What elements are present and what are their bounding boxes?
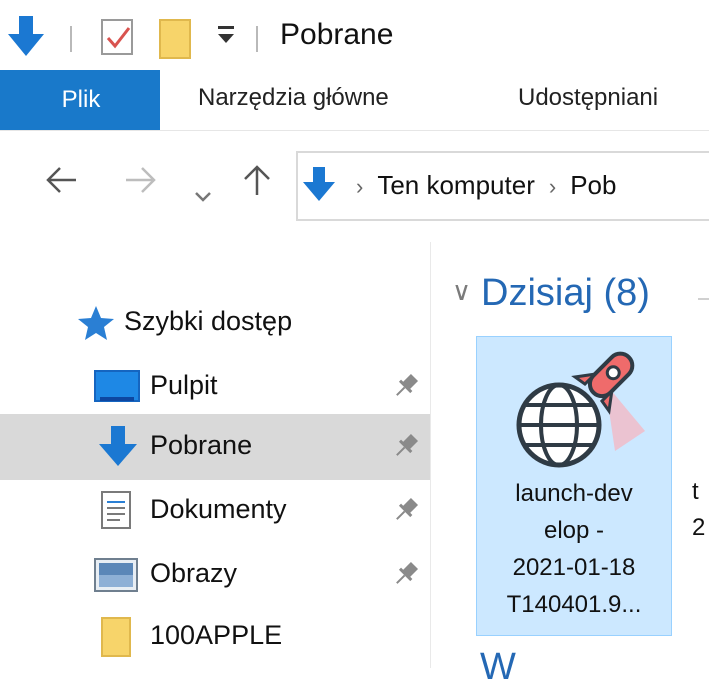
address-bar[interactable]: › Ten komputer › Pob — [296, 151, 709, 221]
breadcrumb-chevron-icon[interactable]: › — [549, 174, 556, 199]
sidebar-item-label: Pulpit — [150, 370, 218, 400]
tab-home[interactable]: Narzędzia główne — [198, 84, 389, 112]
breadcrumb: › Ten komputer › Pob — [356, 170, 616, 201]
file-name-line: T140401.9... — [506, 591, 642, 618]
group-header[interactable]: ∨ Dzisiaj (8) — [452, 272, 650, 315]
window-title: Pobrane — [280, 18, 394, 51]
breadcrumb-item-downloads[interactable]: Pob — [570, 170, 616, 200]
download-arrow-icon[interactable] — [6, 14, 46, 63]
recent-locations-chevron-icon[interactable] — [194, 175, 212, 212]
file-name-line: t — [692, 478, 699, 505]
breadcrumb-chevron-icon[interactable]: › — [356, 174, 363, 199]
sidebar-item-pictures[interactable]: Obrazy — [0, 542, 430, 608]
navigation-bar: › Ten komputer › Pob — [0, 131, 709, 241]
navigation-pane: Szybki dostęp Pulpit Pobrane Dokumenty O… — [0, 242, 430, 668]
pin-icon[interactable] — [392, 560, 420, 593]
document-icon — [100, 490, 132, 535]
pin-icon[interactable] — [392, 432, 420, 465]
sidebar-item-label: Dokumenty — [150, 494, 287, 524]
toolbar-separator — [256, 26, 258, 52]
breadcrumb-item-this-pc[interactable]: Ten komputer — [377, 170, 535, 200]
new-folder-icon[interactable] — [158, 18, 192, 65]
sidebar-item-100apple[interactable]: 100APPLE — [0, 604, 430, 670]
tab-file[interactable]: Plik — [0, 70, 160, 130]
folder-icon — [100, 616, 132, 663]
sidebar-item-downloads[interactable]: Pobrane — [0, 414, 430, 480]
sidebar-item-documents[interactable]: Dokumenty — [0, 478, 430, 544]
sidebar-item-label: Szybki dostęp — [124, 306, 293, 336]
file-tile[interactable]: t 2 — [692, 474, 705, 546]
pin-icon[interactable] — [392, 372, 420, 405]
toolbar-separator — [70, 26, 72, 52]
pin-icon[interactable] — [392, 496, 420, 529]
sidebar-item-label: 100APPLE — [150, 620, 283, 650]
pictures-icon — [94, 558, 138, 597]
sidebar-item-label: Obrazy — [150, 558, 238, 588]
star-icon — [76, 304, 116, 347]
file-name: launch-dev elop - 2021-01-18 T140401.9..… — [477, 475, 671, 623]
desktop-icon — [94, 370, 140, 409]
back-button[interactable] — [44, 165, 78, 203]
sidebar-item-label: Pobrane — [150, 430, 253, 460]
file-name-line: elop - — [543, 517, 605, 544]
ribbon-tabs: Plik Narzędzia główne Udostępniani — [0, 70, 709, 131]
group-divider — [698, 298, 709, 300]
sidebar-item-desktop[interactable]: Pulpit — [0, 354, 430, 420]
customize-dropdown-icon[interactable] — [216, 24, 236, 52]
sidebar-item-quick-access[interactable]: Szybki dostęp — [0, 290, 430, 356]
up-button[interactable] — [242, 163, 272, 205]
group-header-label: Dzisiaj (8) — [481, 272, 650, 314]
file-name-line: 2 — [692, 514, 706, 541]
properties-icon[interactable] — [100, 18, 136, 63]
pane-divider[interactable] — [430, 242, 431, 668]
chevron-down-icon[interactable]: ∨ — [452, 276, 471, 306]
globe-rocket-icon — [505, 343, 645, 478]
tab-share[interactable]: Udostępniani — [518, 84, 658, 112]
download-arrow-icon — [96, 424, 140, 473]
file-name-line: launch-dev — [515, 480, 633, 507]
file-tile[interactable]: launch-dev elop - 2021-01-18 T140401.9..… — [476, 336, 672, 636]
title-bar: Pobrane — [0, 0, 709, 70]
download-arrow-icon — [302, 165, 336, 208]
file-list: ∨ Dzisiaj (8) launch-dev elop - 2021-01-… — [432, 242, 709, 688]
forward-button[interactable] — [124, 165, 158, 203]
file-name-line: 2021-01-18 — [512, 554, 636, 581]
